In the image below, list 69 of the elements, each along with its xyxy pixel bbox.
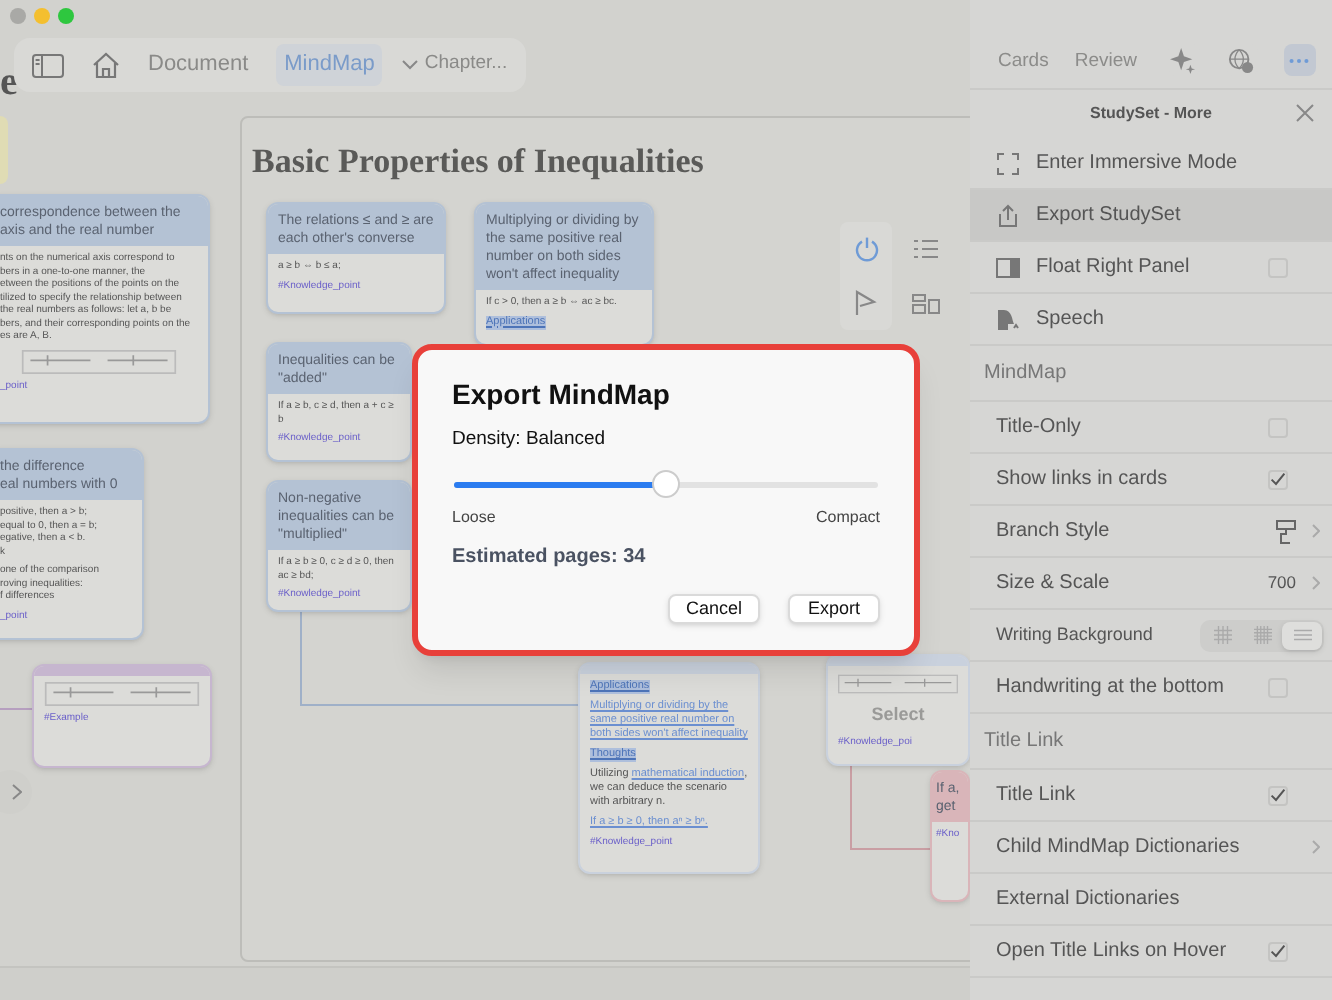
menu-item[interactable]: Branch Style (970, 506, 1332, 558)
menu-item[interactable]: Open Title Links on Hover (970, 926, 1332, 978)
segment-button[interactable] (1282, 621, 1322, 649)
lines-icon (1293, 626, 1311, 644)
dialog-title: Export MindMap (452, 376, 672, 412)
chevron-right-icon (1312, 576, 1320, 590)
grid-icon (1213, 626, 1231, 644)
sparkle-icon (1170, 47, 1196, 73)
close-button[interactable] (1296, 104, 1314, 122)
figure-drawing (838, 672, 958, 696)
paint-roller-icon (1276, 519, 1296, 543)
chevron-right-icon (12, 784, 22, 800)
max-label: Compact (815, 506, 880, 531)
checkbox[interactable] (1268, 941, 1288, 961)
checkbox[interactable] (1268, 469, 1288, 489)
share-icon (996, 203, 1020, 227)
checkmark-icon (1270, 472, 1286, 486)
power-icon[interactable] (853, 236, 879, 262)
menu-item[interactable]: Writing Background (970, 610, 1332, 662)
speaking-head-icon (996, 307, 1020, 331)
globe-question-icon (1228, 47, 1254, 73)
sidebar-icon[interactable] (32, 53, 64, 77)
close-icon (1296, 104, 1314, 122)
panel-tab[interactable]: Cards (998, 47, 1049, 76)
mindmap-card[interactable] (0, 194, 210, 424)
menu-item[interactable]: Child MindMap Dictionaries (970, 822, 1332, 874)
density-slider[interactable] (454, 470, 878, 499)
fullscreen-icon (996, 151, 1020, 175)
toolbar-tab[interactable]: Document (140, 44, 257, 86)
section-header: MindMap (970, 346, 1332, 402)
checkmark-icon (1270, 944, 1286, 958)
dialog-button[interactable]: Cancel (668, 594, 760, 625)
value-text: 700 (1267, 570, 1296, 596)
chevron-down-icon (402, 60, 419, 70)
checkbox[interactable] (1268, 785, 1288, 805)
window-close-button[interactable] (10, 8, 26, 24)
panel-tab[interactable]: Review (1074, 47, 1137, 76)
slider-thumb[interactable] (652, 470, 680, 499)
select-label: Select (869, 702, 927, 728)
panel-icon (996, 255, 1020, 279)
menu-item[interactable]: Export StudySet (970, 190, 1332, 242)
estimate-text: Estimated pages: 34 (452, 544, 648, 573)
home-icon[interactable] (92, 52, 120, 78)
dialog-button[interactable]: Export (788, 594, 880, 625)
menu-item[interactable]: Show links in cards (970, 454, 1332, 506)
connector-line (0, 708, 32, 710)
min-label: Loose (452, 506, 496, 531)
menu-item[interactable]: Float Right Panel (970, 242, 1332, 294)
chevron-right-icon (1312, 524, 1320, 538)
menu-item[interactable]: Title Link (970, 770, 1332, 822)
menu-item[interactable]: External Dictionaries (970, 874, 1332, 926)
menu-item[interactable]: Size & Scale 700 (970, 558, 1332, 610)
checkmark-icon (1270, 788, 1286, 802)
density-label: Density: Balanced (452, 426, 608, 454)
frame-title: Basic Properties of Inequalities (252, 140, 704, 184)
fine-grid-icon (1253, 626, 1271, 644)
window-zoom-button[interactable] (58, 8, 74, 24)
panel-title: StudySet - More (1090, 102, 1212, 126)
menu-item[interactable]: Speech (970, 294, 1332, 346)
chapter-dropdown[interactable]: Chapter... (402, 50, 508, 80)
section-header: Title Link (970, 714, 1332, 770)
layout-icon[interactable] (912, 293, 940, 314)
menu-item[interactable]: Handwriting at the bottom (970, 662, 1332, 714)
menu-item[interactable]: Title-Only (970, 402, 1332, 454)
frame-title: e (0, 58, 18, 108)
mindmap-card[interactable] (578, 662, 760, 874)
chevron-right-icon (1312, 840, 1320, 854)
panel-icon-button[interactable] (1283, 44, 1315, 76)
list-icon[interactable] (914, 238, 938, 261)
